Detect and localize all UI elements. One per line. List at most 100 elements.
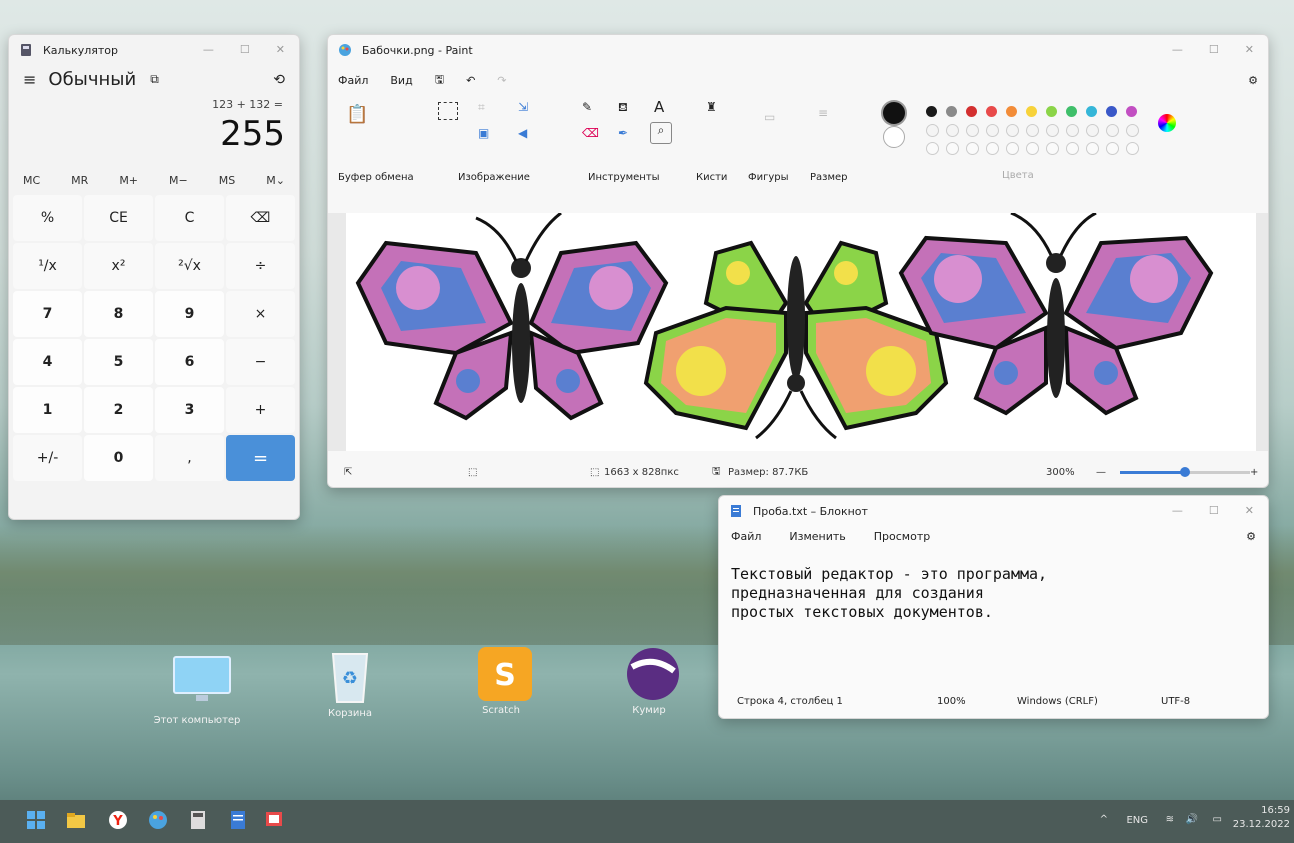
keep-on-top-icon[interactable]: ⧉ [150,72,159,87]
calculator-taskbar-icon[interactable] [188,810,208,830]
paste-icon[interactable]: 📋 [346,104,368,125]
palette-color-swatch[interactable] [966,124,979,137]
show-hidden-icons-icon[interactable]: ^ [1100,814,1108,825]
palette-color-swatch[interactable] [986,142,999,155]
snipping-tool-icon[interactable] [264,810,284,830]
minimize-icon[interactable]: — [1172,43,1183,56]
notepad-text-area[interactable]: Текстовый редактор - это программа, пред… [719,547,1268,640]
battery-icon[interactable]: ▭ [1213,814,1222,825]
image-select-icon[interactable]: ▣ [478,126,489,140]
notepad-taskbar-icon[interactable] [228,810,248,830]
palette-color-swatch[interactable] [1026,106,1037,117]
settings-icon[interactable]: ⚙ [1246,530,1256,543]
maximize-icon[interactable]: ☐ [1209,504,1219,517]
calc-key[interactable]: ¹/x [13,243,82,289]
redo-icon[interactable]: ↷ [497,74,506,87]
zoom-slider[interactable] [1120,467,1250,477]
zoom-slider-thumb[interactable] [1180,467,1190,477]
calc-key[interactable]: 9 [155,291,224,337]
fill-icon[interactable]: ⛾ [618,100,628,116]
calc-key[interactable]: C [155,195,224,241]
palette-color-swatch[interactable] [1086,106,1097,117]
paint-taskbar-icon[interactable] [148,810,168,830]
file-explorer-icon[interactable] [66,810,86,830]
close-icon[interactable]: ✕ [276,43,285,56]
language-indicator[interactable]: ENG [1126,815,1148,826]
paint-canvas[interactable] [346,211,1256,451]
palette-color-swatch[interactable] [966,106,977,117]
desktop-icon-kumir[interactable]: Кумир [604,645,694,716]
palette-color-swatch[interactable] [1106,124,1119,137]
calc-key[interactable]: × [226,291,295,337]
calc-key[interactable]: 1 [13,387,82,433]
history-icon[interactable]: ⟲ [273,72,285,88]
calc-key[interactable]: x² [84,243,153,289]
maximize-icon[interactable]: ☐ [1209,43,1219,56]
close-icon[interactable]: ✕ [1245,504,1254,517]
menu-view[interactable]: Вид [390,74,412,87]
calc-key[interactable]: ⌫ [226,195,295,241]
desktop-icon-recycle-bin[interactable]: ♻ Корзина [305,648,395,719]
palette-color-swatch[interactable] [986,124,999,137]
calc-key[interactable]: 6 [155,339,224,385]
minimize-icon[interactable]: — [203,43,214,56]
crop-icon[interactable]: ⌗ [478,100,485,115]
palette-color-swatch[interactable] [946,106,957,117]
calc-key[interactable]: % [13,195,82,241]
calc-key[interactable]: 0 [84,435,153,481]
memory-button[interactable]: M⌄ [266,174,285,187]
maximize-icon[interactable]: ☐ [240,43,250,56]
desktop-icon-this-pc[interactable]: Этот компьютер [152,655,242,726]
color1-indicator[interactable] [881,100,907,126]
wifi-icon[interactable]: ≋ [1166,814,1174,825]
memory-button[interactable]: M− [169,174,188,187]
memory-button[interactable]: MS [219,174,235,187]
calc-key[interactable]: 3 [155,387,224,433]
settings-icon[interactable]: ⚙ [1248,74,1258,87]
palette-color-swatch[interactable] [1106,106,1117,117]
zoom-in-button[interactable]: + [1250,467,1258,478]
calc-key[interactable]: 2 [84,387,153,433]
start-windows-icon[interactable] [26,810,46,830]
palette-color-swatch[interactable] [1066,124,1079,137]
palette-color-swatch[interactable] [1126,124,1139,137]
palette-color-swatch[interactable] [966,142,979,155]
calc-key[interactable]: 8 [84,291,153,337]
resize-icon[interactable]: ⇲ [518,100,528,114]
menu-file[interactable]: Файл [731,530,761,543]
magnifier-icon[interactable]: ⌕ [650,122,672,144]
palette-color-swatch[interactable] [1006,142,1019,155]
zoom-out-button[interactable]: — [1096,467,1106,478]
brush-icon[interactable]: ♜ [706,100,717,114]
menu-edit[interactable]: Изменить [789,530,845,543]
paint-window[interactable]: Бабочки.png - Paint — ☐ ✕ Файл Вид 🖫 ↶ ↷… [327,34,1269,488]
palette-color-swatch[interactable] [1006,124,1019,137]
memory-button[interactable]: MC [23,174,40,187]
minimize-icon[interactable]: — [1172,504,1183,517]
calc-key[interactable]: 7 [13,291,82,337]
calc-key[interactable]: + [226,387,295,433]
calc-key[interactable]: 4 [13,339,82,385]
clock[interactable]: 16:59 23.12.2022 [1233,804,1290,832]
palette-color-swatch[interactable] [1046,124,1059,137]
calc-key[interactable]: , [155,435,224,481]
calc-key[interactable]: ²√x [155,243,224,289]
select-icon[interactable] [438,102,458,120]
calc-key[interactable]: = [226,435,295,481]
palette-color-swatch[interactable] [1126,142,1139,155]
calc-key[interactable]: ÷ [226,243,295,289]
volume-icon[interactable]: 🔊 [1186,814,1198,825]
menu-view[interactable]: Просмотр [874,530,930,543]
palette-color-swatch[interactable] [1086,142,1099,155]
undo-icon[interactable]: ↶ [466,74,475,87]
palette-color-swatch[interactable] [946,142,959,155]
calc-key[interactable]: 5 [84,339,153,385]
calculator-titlebar[interactable]: Калькулятор — ☐ ✕ [9,35,299,65]
palette-color-swatch[interactable] [1086,124,1099,137]
save-icon[interactable]: 🖫 [435,71,444,90]
color-picker-icon[interactable]: ✒ [618,126,628,140]
palette-color-swatch[interactable] [986,106,997,117]
memory-button[interactable]: MR [71,174,88,187]
yandex-browser-icon[interactable]: Y [108,810,128,830]
palette-color-swatch[interactable] [946,124,959,137]
